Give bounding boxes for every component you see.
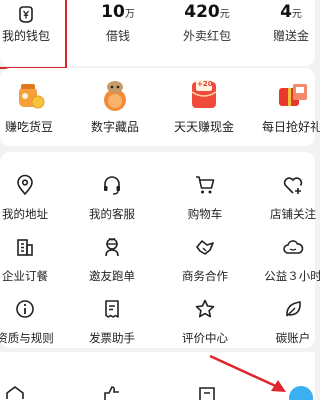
service-item-followed-shops[interactable]: 店铺关注: [254, 174, 320, 222]
service-label: 公益３小时: [264, 269, 320, 283]
coin-jar-icon: [12, 78, 46, 112]
promo-item-collectibles[interactable]: 数字藏品: [76, 78, 154, 135]
service-item-charity[interactable]: 公益３小时: [254, 236, 320, 284]
promo-label: 每日抢好礼: [261, 120, 320, 134]
service-label: 店铺关注: [270, 207, 316, 221]
bottom-nav: [0, 352, 315, 400]
service-label: 发票助手: [89, 331, 135, 345]
service-item-business[interactable]: 商务合作: [166, 236, 244, 284]
service-label: 企业订餐: [2, 269, 48, 283]
service-label: 评价中心: [182, 331, 228, 345]
highlight-box: [0, 0, 67, 69]
bonus-unit: 元: [291, 9, 302, 20]
service-item-reviews[interactable]: 评价中心: [166, 298, 244, 346]
promo-item-gifts[interactable]: 每日抢好礼: [253, 78, 320, 135]
location-pin-icon: [17, 174, 33, 196]
loan-unit: 万: [124, 9, 135, 20]
info-circle-icon: [16, 300, 34, 318]
heart-plus-icon: [283, 177, 303, 194]
promo-item-cash[interactable]: +20 天天赚现金: [165, 78, 243, 135]
star-icon: [195, 299, 215, 318]
bonus-label: 赠送金: [272, 29, 309, 43]
delivery-coupon-stat[interactable]: 420元 外卖红包: [172, 2, 242, 44]
bonus-value: 4: [280, 2, 292, 22]
service-item-invoice[interactable]: 发票助手: [73, 298, 151, 346]
service-label: 邀友跑单: [89, 269, 135, 283]
services-grid: 我的地址 我的客服 购物车 店铺关注 企业订餐 邀友跑单 商务合作 公益３小时 …: [0, 152, 320, 348]
service-item-address[interactable]: 我的地址: [0, 174, 64, 222]
leaf-icon: [286, 301, 301, 317]
service-item-cart[interactable]: 购物车: [166, 174, 244, 222]
service-label: 商务合作: [182, 269, 228, 283]
promo-item-beans[interactable]: 赚吃货豆: [0, 78, 68, 135]
service-label: 我的客服: [89, 207, 135, 221]
service-label: 资质与规则: [0, 331, 54, 345]
loan-label: 借钱: [105, 29, 130, 43]
loan-stat[interactable]: 10万 借钱: [83, 2, 153, 44]
mascot-figure-icon: [98, 78, 132, 112]
bonus-stat[interactable]: 4元 赠送金: [256, 2, 320, 44]
service-label: 购物车: [187, 207, 223, 221]
promo-badge: +20: [197, 80, 213, 88]
invoice-icon: [105, 300, 119, 318]
promo-label: 数字藏品: [90, 120, 139, 134]
service-label: 我的地址: [2, 207, 48, 221]
thumbs-up-icon[interactable]: [103, 386, 121, 400]
service-item-rules[interactable]: 资质与规则: [0, 298, 64, 346]
building-icon: [17, 239, 33, 256]
shopping-cart-icon: [196, 176, 215, 194]
cloud-icon: [283, 240, 304, 254]
rider-icon: [105, 237, 119, 257]
promo-label: 天天赚现金: [173, 120, 234, 134]
promo-label: 赚吃货豆: [4, 120, 53, 134]
service-item-carbon-account[interactable]: 碳账户: [254, 298, 320, 346]
account-summary-card: 我的钱包 10万 借钱 420元 外卖红包 4元 赠送金: [0, 0, 315, 69]
home-icon[interactable]: [6, 386, 24, 400]
service-item-support[interactable]: 我的客服: [73, 174, 151, 222]
coupon-value: 420: [184, 2, 220, 22]
service-item-invite-rider[interactable]: 邀友跑单: [73, 236, 151, 284]
service-item-corporate-dining[interactable]: 企业订餐: [0, 236, 64, 284]
promo-row: 赚吃货豆 数字藏品 +20 天天赚现金 每日抢好礼: [0, 68, 320, 205]
coupon-unit: 元: [219, 9, 230, 20]
orders-icon[interactable]: [198, 386, 216, 400]
gift-box-icon: [275, 78, 309, 112]
coupon-label: 外卖红包: [182, 29, 231, 43]
red-envelope-icon: +20: [187, 78, 221, 112]
handshake-icon: [196, 240, 214, 255]
service-label: 碳账户: [275, 331, 311, 345]
headset-icon: [104, 176, 120, 195]
loan-value: 10: [101, 2, 125, 22]
